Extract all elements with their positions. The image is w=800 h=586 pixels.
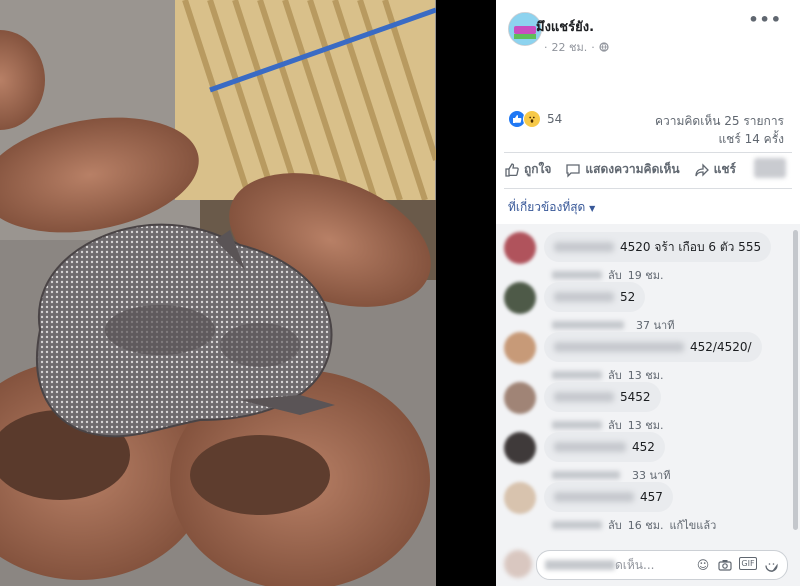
camera-icon[interactable] bbox=[717, 557, 733, 573]
comment-button[interactable]: แสดงความคิดเห็น bbox=[565, 160, 680, 179]
comment-time[interactable]: 19 ชม. bbox=[628, 266, 664, 284]
comments-count[interactable]: ความคิดเห็น 25 รายการ bbox=[655, 112, 784, 131]
comment-text: 452 bbox=[632, 440, 655, 454]
comment-label: แสดงความคิดเห็น bbox=[585, 162, 680, 176]
commenter-name[interactable] bbox=[554, 242, 614, 252]
share-button[interactable]: แชร์ bbox=[694, 160, 736, 179]
edited-label[interactable]: แก้ไขแล้ว bbox=[669, 516, 716, 534]
thumbs-up-icon bbox=[505, 162, 519, 177]
post-meta: · 22 ชม. · bbox=[544, 38, 609, 56]
sticker-icon[interactable] bbox=[763, 557, 779, 573]
share-arrow-icon bbox=[694, 162, 709, 177]
comment-text: 5452 bbox=[620, 390, 651, 404]
comments-scrollbar[interactable] bbox=[793, 230, 798, 530]
commenter-avatar[interactable] bbox=[504, 232, 536, 264]
comments-list: 4520 จร้า เกือบ 6 ตัว 555 ลับ 19 ชม. 52 … bbox=[496, 224, 800, 586]
chevron-down-icon: ▼ bbox=[589, 204, 596, 213]
page-name[interactable]: มึงแชร์ยัง. bbox=[536, 16, 594, 37]
post-time[interactable]: 22 ชม. bbox=[552, 38, 588, 56]
share-label: แชร์ bbox=[713, 162, 736, 176]
like-button[interactable]: ถูกใจ bbox=[504, 160, 551, 179]
user-avatar bbox=[504, 550, 532, 578]
comment-input-placeholder: ดเห็น... bbox=[615, 557, 655, 572]
input-placeholder-blur bbox=[545, 560, 615, 570]
post-actions: ถูกใจ แสดงความคิดเห็น แชร์ bbox=[504, 160, 736, 179]
commenter-avatar[interactable] bbox=[504, 282, 536, 314]
divider bbox=[504, 152, 792, 153]
commenter-avatar[interactable] bbox=[504, 432, 536, 464]
like-comment-link[interactable] bbox=[552, 521, 602, 529]
commenter-avatar[interactable] bbox=[504, 382, 536, 414]
comment-bubble: 452 bbox=[544, 432, 665, 462]
comment-bubble: 52 bbox=[544, 282, 646, 312]
like-comment-link[interactable] bbox=[552, 471, 620, 479]
divider bbox=[504, 188, 792, 189]
commenter-name[interactable] bbox=[554, 292, 614, 302]
commenter-name[interactable] bbox=[554, 492, 634, 502]
dot-separator: · bbox=[544, 40, 548, 54]
comment-icon bbox=[566, 163, 581, 178]
comment-bubble: 5452 bbox=[544, 382, 661, 412]
like-comment-link[interactable] bbox=[552, 371, 602, 379]
post-photo[interactable] bbox=[0, 0, 436, 586]
comment-meta: ลับ 16 ชม. แก้ไขแล้ว bbox=[552, 516, 716, 534]
reaction-count: 54 bbox=[547, 112, 563, 126]
comment-text: 452/4520/ bbox=[690, 340, 752, 354]
comment-bubble: 457 bbox=[544, 482, 673, 512]
more-options-button[interactable]: ••• bbox=[748, 10, 782, 29]
wow-reaction-icon bbox=[523, 110, 541, 128]
gif-icon[interactable]: GIF bbox=[739, 557, 757, 570]
like-comment-link[interactable] bbox=[552, 321, 624, 329]
like-comment-link[interactable] bbox=[552, 271, 602, 279]
comment-time[interactable]: 16 ชม. bbox=[628, 516, 664, 534]
commenter-name[interactable] bbox=[554, 442, 626, 452]
comment-filter-dropdown[interactable]: ที่เกี่ยวข้องที่สุด ▼ bbox=[508, 198, 595, 217]
post-side-panel: มึงแชร์ยัง. · 22 ชม. · ••• 54 ความคิดเห็… bbox=[496, 0, 800, 586]
comment-filter-label: ที่เกี่ยวข้องที่สุด bbox=[508, 200, 586, 214]
shares-count[interactable]: แชร์ 14 ครั้ง bbox=[718, 130, 784, 149]
commenter-name[interactable] bbox=[554, 342, 684, 352]
reply-link[interactable]: ลับ bbox=[608, 516, 622, 534]
comment-text: 52 bbox=[620, 290, 636, 304]
emoji-icon[interactable]: ☺ bbox=[695, 557, 711, 573]
comment-bubble: 4520 จร้า เกือบ 6 ตัว 555 bbox=[544, 232, 772, 262]
dot-separator: · bbox=[591, 40, 595, 54]
comment-text: 4520 จร้า เกือบ 6 ตัว 555 bbox=[620, 239, 762, 254]
commenter-avatar[interactable] bbox=[504, 482, 536, 514]
comment-input[interactable]: ดเห็น... ☺ GIF bbox=[536, 550, 788, 580]
comment-text: 457 bbox=[640, 490, 663, 504]
comment-bubble: 452/4520/ bbox=[544, 332, 762, 362]
like-comment-link[interactable] bbox=[552, 421, 602, 429]
like-label: ถูกใจ bbox=[524, 162, 552, 176]
commenter-name[interactable] bbox=[554, 392, 614, 402]
reactions-summary[interactable]: 54 bbox=[508, 110, 562, 128]
globe-icon bbox=[599, 42, 609, 52]
frog-photo bbox=[0, 0, 436, 586]
viewer-gap bbox=[436, 0, 496, 586]
share-as-avatar[interactable] bbox=[754, 158, 786, 178]
commenter-avatar[interactable] bbox=[504, 332, 536, 364]
